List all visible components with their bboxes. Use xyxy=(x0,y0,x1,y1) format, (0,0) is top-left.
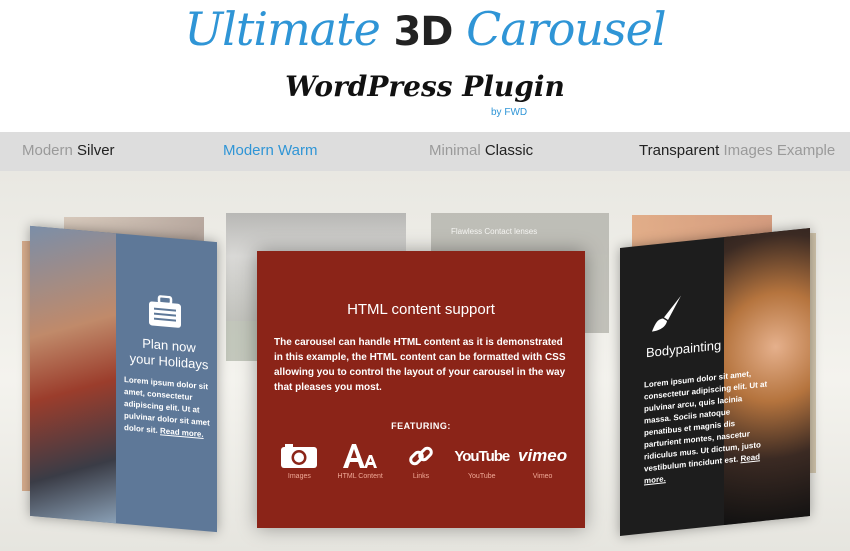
feature-label: Images xyxy=(287,473,311,480)
nav-label-light: Modern xyxy=(22,142,78,159)
logo-title-part: Ultimate xyxy=(184,2,394,56)
carousel-card-holidays[interactable]: Plan now your Holidays Lorem ipsum dolor… xyxy=(30,225,217,533)
skin-nav: Modern Silver Modern Warm Minimal Classi… xyxy=(0,132,850,171)
read-more-link[interactable]: Read more. xyxy=(160,426,204,439)
back-card-caption: Flawless Contact lenses xyxy=(451,227,538,236)
feature-label: Vimeo xyxy=(532,473,553,480)
carousel-stage: Flawless Contact lenses Plan now your Ho… xyxy=(0,171,850,551)
carousel-card-bodypainting[interactable]: Bodypainting Lorem ipsum dolor sit amet,… xyxy=(620,228,810,536)
carousel-card-html-content[interactable]: HTML content support The carousel can ha… xyxy=(257,251,585,528)
card-title: Bodypainting xyxy=(646,337,722,361)
feature-label: Links xyxy=(412,473,430,480)
html-text-icon xyxy=(343,444,378,468)
nav-label-strong: Transparent xyxy=(639,142,724,159)
logo-title-part: Carousel xyxy=(452,2,666,56)
card-body: The carousel can handle HTML content as … xyxy=(274,337,566,393)
nav-label-strong: Silver xyxy=(77,142,115,159)
card-body: Lorem ipsum dolor sit amet, consectetur … xyxy=(124,374,214,442)
card-body: Lorem ipsum dolor sit amet, consectetur … xyxy=(644,366,769,487)
card-title: HTML content support xyxy=(347,301,495,318)
logo-byline: by FWD xyxy=(491,107,528,118)
nav-modern-warm[interactable]: Modern Warm xyxy=(223,142,317,159)
featuring-heading: FEATURING: xyxy=(391,421,451,431)
logo-title: Ultimate 3D Carousel xyxy=(0,2,850,56)
paintbrush-icon xyxy=(652,295,681,332)
feature-images[interactable]: Images xyxy=(271,441,327,491)
nav-modern-silver[interactable]: Modern Silver xyxy=(22,142,115,159)
vimeo-logo: vimeo xyxy=(515,441,571,471)
youtube-logo: YouTube xyxy=(454,441,510,471)
feature-links[interactable]: Links xyxy=(393,441,449,491)
logo-subtitle: WordPress Plugin xyxy=(285,70,565,103)
nav-label-light: Minimal xyxy=(429,142,485,159)
link-icon xyxy=(409,446,433,466)
youtube-logo-text: YouTube xyxy=(454,447,510,465)
nav-label-light: Images Example xyxy=(723,142,836,159)
feature-icon-row: Images HTML Content Links YouTube YouTub… xyxy=(269,441,573,491)
feature-html-content[interactable]: HTML Content xyxy=(332,441,388,491)
feature-label: HTML Content xyxy=(337,473,383,480)
card-title: Plan now your Holidays xyxy=(124,334,214,374)
suitcase-icon xyxy=(149,295,181,328)
header-logo: Ultimate 3D Carousel WordPress Plugin by… xyxy=(0,0,850,132)
nav-label-strong: Classic xyxy=(484,142,534,159)
logo-title-3d: 3D xyxy=(393,9,453,55)
feature-youtube[interactable]: YouTube YouTube xyxy=(454,441,510,491)
nav-minimal-classic[interactable]: Minimal Classic xyxy=(429,142,533,159)
feature-vimeo[interactable]: vimeo Vimeo xyxy=(515,441,571,491)
camera-icon xyxy=(281,444,318,468)
vimeo-logo-text: vimeo xyxy=(518,446,568,465)
nav-transparent-images[interactable]: Transparent Images Example xyxy=(639,142,835,159)
nav-label-light: Modern xyxy=(223,142,279,159)
nav-label-strong: Warm xyxy=(278,142,318,159)
feature-label: YouTube xyxy=(468,473,496,480)
card-photo xyxy=(30,225,116,524)
